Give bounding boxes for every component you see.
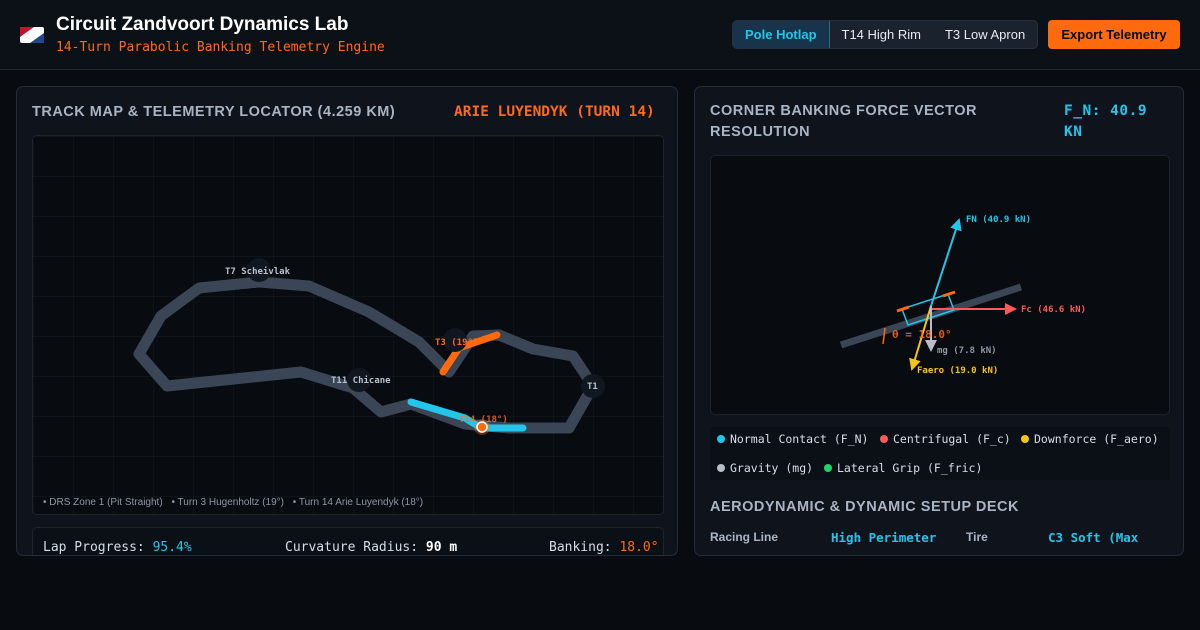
legend-gravity: Gravity (mg) xyxy=(717,461,813,475)
car-front-wing xyxy=(942,290,956,298)
racing-line-label: Racing Line xyxy=(710,530,779,544)
legend-normal-contact: Normal Contact (F_N) xyxy=(717,432,868,446)
t7-label: T7 Scheivlak xyxy=(225,266,291,277)
t3-label: T3 (19°) xyxy=(435,338,478,348)
force-vector-diagram: FN (40.9 kN) Fc (46.6 kN) θ = 18.0° mg (… xyxy=(710,155,1170,415)
lap-progress-label: Lap Progress: xyxy=(43,540,145,555)
force-legend: Normal Contact (F_N) Centrifugal (F_c) D… xyxy=(710,427,1170,480)
mode-t3-low-apron-button[interactable]: T3 Low Apron xyxy=(933,21,1037,48)
track-panel-title: TRACK MAP & TELEMETRY LOCATOR (4.259 KM) xyxy=(32,104,396,120)
banking-stat: Banking: 18.0° xyxy=(549,540,659,555)
centrifugal-dot-icon xyxy=(880,435,888,443)
legend-downforce: Downforce (F_aero) xyxy=(1021,432,1159,446)
curvature-radius-label: Curvature Radius: xyxy=(285,540,419,555)
legend-lateral-grip: Lateral Grip (F_fric) xyxy=(824,461,982,475)
racing-line-value[interactable]: High Perimeter xyxy=(831,530,936,545)
active-corner-tag: ARIE LUYENDYK (TURN 14) xyxy=(454,104,655,120)
t11-label: T11 Chicane xyxy=(331,375,391,386)
fc-vector-label: Fc (46.6 kN) xyxy=(1021,305,1086,315)
setup-deck-title: AERODYNAMIC & DYNAMIC SETUP DECK xyxy=(710,499,1019,515)
app-title: Circuit Zandvoort Dynamics Lab xyxy=(56,14,349,35)
normal-force-readout: F_N: 40.9 KN xyxy=(1064,103,1148,140)
track-map-panel: TRACK MAP & TELEMETRY LOCATOR (4.259 KM)… xyxy=(16,86,678,556)
normal-contact-dot-icon xyxy=(717,435,725,443)
tire-value[interactable]: C3 Soft (Max xyxy=(1048,530,1138,545)
vector-canvas: FN (40.9 kN) Fc (46.6 kN) θ = 18.0° mg (… xyxy=(839,215,1086,376)
gravity-dot-icon xyxy=(717,464,725,472)
fn-vector-label: FN (40.9 kN) xyxy=(966,215,1031,225)
legend-centrifugal: Centrifugal (F_c) xyxy=(880,432,1011,446)
mode-selector: Pole Hotlap T14 High Rim T3 Low Apron xyxy=(732,20,1039,49)
map-legend: • DRS Zone 1 (Pit Straight) • Turn 3 Hug… xyxy=(43,497,429,508)
legend-turn-3: • Turn 3 Hugenholtz (19°) xyxy=(171,497,284,508)
app-subtitle: 14-Turn Parabolic Banking Telemetry Engi… xyxy=(56,40,385,55)
app-header: Circuit Zandvoort Dynamics Lab 14-Turn P… xyxy=(0,0,1200,70)
curvature-radius-value: 90 m xyxy=(425,540,458,555)
force-vector-panel: CORNER BANKING FORCE VECTOR RESOLUTION F… xyxy=(694,86,1184,556)
mode-pole-hotlap-button[interactable]: Pole Hotlap xyxy=(733,21,830,48)
legend-lateral-grip-label: Lateral Grip (F_fric) xyxy=(837,461,983,475)
faero-vector-label: Faero (19.0 kN) xyxy=(917,366,998,376)
banking-value: 18.0° xyxy=(619,540,659,555)
lateral-grip-dot-icon xyxy=(824,464,832,472)
mg-vector-label: mg (7.8 kN) xyxy=(937,346,997,356)
flag-logo-icon xyxy=(20,27,44,43)
legend-turn-14: • Turn 14 Arie Luyendyk (18°) xyxy=(292,497,424,508)
t1-label: T1 xyxy=(587,382,598,392)
lap-progress-value: 95.4% xyxy=(152,540,192,555)
theta-label: θ = 18.0° xyxy=(892,328,952,341)
vector-panel-title: CORNER BANKING FORCE VECTOR RESOLUTION xyxy=(710,103,977,140)
legend-drs-zone: • DRS Zone 1 (Pit Straight) xyxy=(43,497,163,508)
banking-label: Banking: xyxy=(549,540,612,555)
car-rear-wing xyxy=(896,305,910,313)
legend-downforce-label: Downforce (F_aero) xyxy=(1034,432,1159,446)
curvature-radius-stat: Curvature Radius: 90 m xyxy=(285,540,457,555)
mode-t14-high-rim-button[interactable]: T14 High Rim xyxy=(830,21,933,48)
downforce-dot-icon xyxy=(1021,435,1029,443)
tire-label: Tire xyxy=(966,530,988,544)
legend-normal-contact-label: Normal Contact (F_N) xyxy=(730,432,869,446)
track-map-canvas: T7 Scheivlak T3 (19°) T11 Chicane T1 T14… xyxy=(33,136,663,514)
car-position-marker[interactable] xyxy=(476,421,488,433)
export-telemetry-button[interactable]: Export Telemetry xyxy=(1048,20,1180,49)
legend-centrifugal-label: Centrifugal (F_c) xyxy=(893,432,1011,446)
lap-progress-stat: Lap Progress: 95.4% xyxy=(43,540,192,555)
telemetry-stats-bar: Lap Progress: 95.4% Curvature Radius: 90… xyxy=(32,527,664,555)
legend-gravity-label: Gravity (mg) xyxy=(730,461,814,475)
map-grid xyxy=(33,136,663,514)
track-map[interactable]: T7 Scheivlak T3 (19°) T11 Chicane T1 T14… xyxy=(32,135,664,515)
